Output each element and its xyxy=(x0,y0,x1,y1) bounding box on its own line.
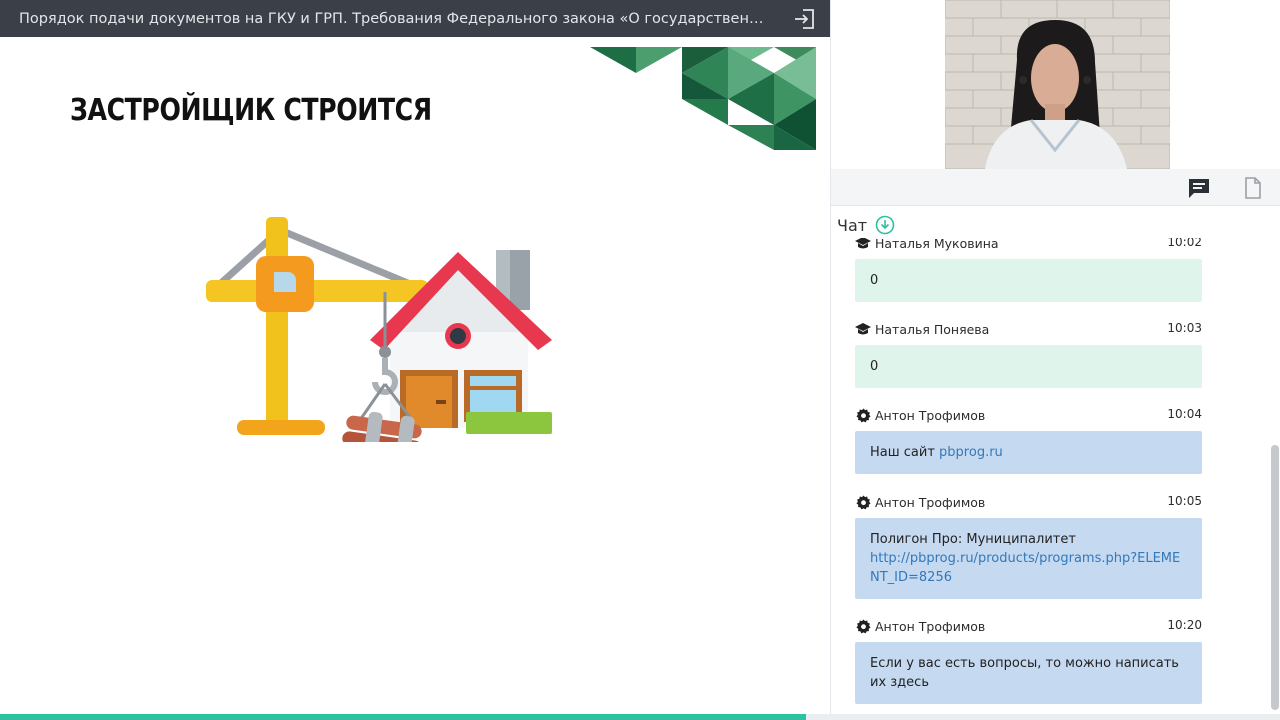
chat-message: Наталья Муковина 10:02 0 xyxy=(855,238,1202,302)
chat-message: Наталья Поняева 10:03 0 xyxy=(855,320,1202,388)
crane-house-illustration xyxy=(206,217,552,442)
message-link[interactable]: http://pbprog.ru/products/programs.php?E… xyxy=(870,549,1187,587)
message-header: Антон Трофимов 10:20 xyxy=(855,617,1202,635)
tab-files[interactable] xyxy=(1239,175,1267,201)
playback-progress-bar[interactable] xyxy=(0,714,1280,720)
chat-message: Антон Трофимов 10:04 Наш сайт pbprog.ru xyxy=(855,406,1202,474)
message-time: 10:20 xyxy=(1167,618,1202,632)
message-header: Антон Трофимов 10:05 xyxy=(855,493,1202,511)
message-author: Наталья Поняева xyxy=(875,321,990,337)
presentation-slide: ЗАСТРОЙЩИК СТРОИТСЯ xyxy=(0,37,830,714)
webinar-title: Порядок подачи документов на ГКУ и ГРП. … xyxy=(19,10,768,27)
chat-header: Чат xyxy=(837,212,895,238)
message-author: Антон Трофимов xyxy=(875,494,986,510)
chat-scrollbar[interactable] xyxy=(1271,445,1279,710)
title-bar: Порядок подачи документов на ГКУ и ГРП. … xyxy=(0,0,830,37)
message-time: 10:04 xyxy=(1167,407,1202,421)
message-header: Наталья Муковина 10:02 xyxy=(855,238,1202,252)
green-triangles-decoration xyxy=(590,47,816,150)
webinar-app: Порядок подачи документов на ГКУ и ГРП. … xyxy=(0,0,1280,720)
progress-fill xyxy=(0,714,807,720)
chat-message-list[interactable]: Наталья Муковина 10:02 0 Наталья Поняева… xyxy=(831,238,1271,714)
presenter-video xyxy=(945,0,1170,169)
message-text: Наш сайт xyxy=(870,445,940,460)
message-text: 0 xyxy=(870,273,879,288)
graduation-cap-icon xyxy=(855,321,871,337)
presenter-video-frame xyxy=(945,0,1170,169)
chat-header-label: Чат xyxy=(837,215,868,235)
message-time: 10:05 xyxy=(1167,494,1202,508)
exit-icon xyxy=(795,9,814,29)
gear-icon xyxy=(855,494,871,510)
message-bubble: Полигон Про: Муниципалитет http://pbprog… xyxy=(855,518,1202,599)
message-author: Антон Трофимов xyxy=(875,407,986,423)
message-author: Антон Трофимов xyxy=(875,618,986,634)
gear-icon xyxy=(855,407,871,423)
download-circle-icon[interactable] xyxy=(875,215,895,235)
slide-heading: ЗАСТРОЙЩИК СТРОИТСЯ xyxy=(70,93,432,128)
message-text: 0 xyxy=(870,359,879,374)
message-bubble: Если у вас есть вопросы, то можно написа… xyxy=(855,642,1202,704)
panel-tabs xyxy=(831,169,1280,206)
chat-message: Антон Трофимов 10:20 Если у вас есть воп… xyxy=(855,617,1202,704)
message-time: 10:02 xyxy=(1167,238,1202,249)
message-link[interactable]: pbprog.ru xyxy=(939,445,1003,460)
exit-button[interactable] xyxy=(792,6,818,32)
message-bubble: 0 xyxy=(855,345,1202,388)
message-bubble: Наш сайт pbprog.ru xyxy=(855,431,1202,474)
message-header: Наталья Поняева 10:03 xyxy=(855,320,1202,338)
gear-icon xyxy=(855,618,871,634)
graduation-cap-icon xyxy=(855,238,871,251)
message-header: Антон Трофимов 10:04 xyxy=(855,406,1202,424)
document-icon xyxy=(1245,177,1261,199)
message-text: Полигон Про: Муниципалитет xyxy=(870,532,1076,547)
message-bubble: 0 xyxy=(855,259,1202,302)
side-panel: Чат Наталья Муковина 10:02 0 Наталья Пон… xyxy=(830,0,1280,714)
message-author: Наталья Муковина xyxy=(875,238,999,251)
tab-chat[interactable] xyxy=(1185,175,1213,201)
message-text: Если у вас есть вопросы, то можно написа… xyxy=(870,656,1179,690)
message-time: 10:03 xyxy=(1167,321,1202,335)
chat-message: Антон Трофимов 10:05 Полигон Про: Муници… xyxy=(855,493,1202,599)
chat-icon xyxy=(1189,179,1209,198)
